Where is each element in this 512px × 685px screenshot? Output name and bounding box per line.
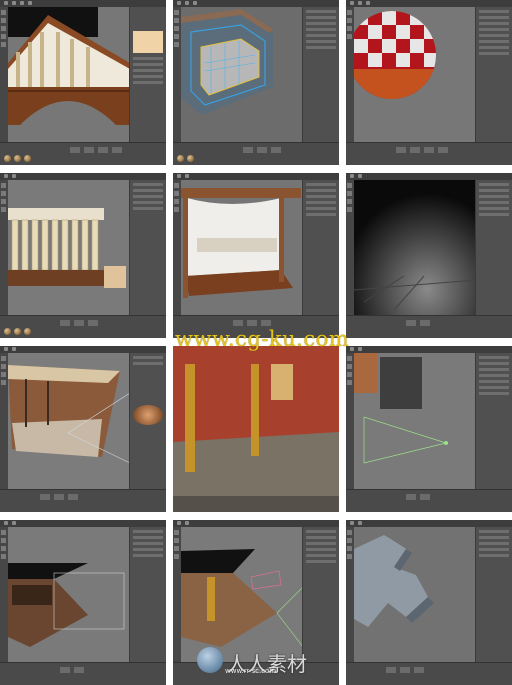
3d-viewport[interactable]	[8, 353, 130, 490]
menu-bar[interactable]	[0, 0, 166, 7]
logo-url: www.rr-sc.com	[225, 667, 277, 675]
camera-projection-model	[354, 353, 476, 490]
timeline-panel[interactable]	[0, 315, 166, 338]
railing-model	[8, 180, 130, 316]
tool-palette[interactable]	[0, 7, 8, 145]
attributes-panel[interactable]	[129, 7, 166, 143]
menu-bar[interactable]	[346, 346, 512, 353]
screenshot-porch-wireframe	[173, 0, 339, 165]
menu-bar[interactable]	[0, 346, 166, 353]
3d-viewport[interactable]	[181, 180, 303, 316]
attributes-panel[interactable]	[302, 527, 339, 663]
brick-interior-model	[8, 353, 130, 490]
projection-top-model	[8, 527, 130, 663]
screenshot-roof-truss	[0, 0, 166, 165]
logo-globe-icon	[197, 647, 223, 673]
tool-palette[interactable]	[173, 180, 181, 318]
screenshot-porch-render	[173, 173, 339, 338]
3d-viewport[interactable]	[181, 7, 303, 143]
dark-interior-model	[354, 180, 476, 316]
3d-viewport[interactable]	[181, 527, 303, 663]
screenshot-projection-top	[0, 520, 166, 685]
attributes-panel[interactable]	[129, 527, 166, 663]
timeline-panel[interactable]	[0, 489, 166, 512]
screenshot-extruded-shape	[346, 520, 512, 685]
3d-viewport[interactable]	[354, 7, 476, 143]
screenshot-railing	[0, 173, 166, 338]
3d-viewport[interactable]	[8, 180, 130, 316]
tool-palette[interactable]	[0, 353, 8, 492]
tool-palette[interactable]	[173, 7, 181, 145]
site-logo: 人人素材 www.rr-sc.com	[197, 645, 335, 677]
menu-bar[interactable]	[346, 173, 512, 180]
porch-render-model	[181, 180, 303, 316]
tool-palette[interactable]	[346, 180, 354, 318]
3d-viewport[interactable]	[354, 527, 476, 663]
attributes-panel[interactable]	[129, 353, 166, 490]
attributes-panel[interactable]	[475, 180, 512, 316]
screenshot-brick-columns	[173, 346, 339, 512]
attributes-panel[interactable]	[129, 180, 166, 316]
material-preview	[133, 405, 163, 425]
screenshot-brick-interior	[0, 346, 166, 512]
timeline-panel[interactable]	[173, 142, 339, 165]
menu-bar[interactable]	[173, 520, 339, 527]
timeline-panel[interactable]	[0, 142, 166, 165]
extruded-shape-model	[354, 527, 476, 663]
attributes-panel[interactable]	[302, 180, 339, 316]
tool-palette[interactable]	[346, 7, 354, 145]
menu-bar[interactable]	[0, 173, 166, 180]
render-viewport[interactable]	[354, 180, 476, 316]
menu-bar[interactable]	[346, 0, 512, 7]
timeline-panel[interactable]	[0, 662, 166, 685]
3d-viewport[interactable]	[8, 7, 130, 143]
screenshot-camera-projection	[346, 346, 512, 512]
roof-truss-model	[8, 7, 130, 143]
timeline-panel[interactable]	[346, 315, 512, 338]
menu-bar[interactable]	[0, 520, 166, 527]
3d-viewport[interactable]	[354, 353, 476, 490]
tool-palette[interactable]	[0, 180, 8, 318]
checker-sphere-model	[354, 7, 476, 143]
timeline-panel[interactable]	[346, 662, 512, 685]
screenshot-dark-render	[346, 173, 512, 338]
attributes-panel[interactable]	[475, 7, 512, 143]
porch-wireframe-model	[181, 7, 303, 143]
tool-palette[interactable]	[346, 527, 354, 665]
site-watermark: www.cg-ku.com	[175, 327, 350, 351]
menu-bar[interactable]	[173, 0, 339, 7]
timeline-panel[interactable]	[346, 142, 512, 165]
screenshot-checker-sphere	[346, 0, 512, 165]
attributes-panel[interactable]	[475, 353, 512, 490]
brick-columns-render	[173, 346, 339, 512]
render-viewport[interactable]	[173, 346, 339, 512]
3d-viewport[interactable]	[8, 527, 130, 663]
tool-palette[interactable]	[346, 353, 354, 492]
attributes-panel[interactable]	[302, 7, 339, 143]
tool-palette[interactable]	[173, 527, 181, 665]
menu-bar[interactable]	[173, 173, 339, 180]
attributes-panel[interactable]	[475, 527, 512, 663]
menu-bar[interactable]	[346, 520, 512, 527]
tool-palette[interactable]	[0, 527, 8, 665]
projection-camera-model	[181, 527, 303, 663]
texture-preview	[133, 31, 163, 53]
timeline-panel[interactable]	[346, 489, 512, 512]
